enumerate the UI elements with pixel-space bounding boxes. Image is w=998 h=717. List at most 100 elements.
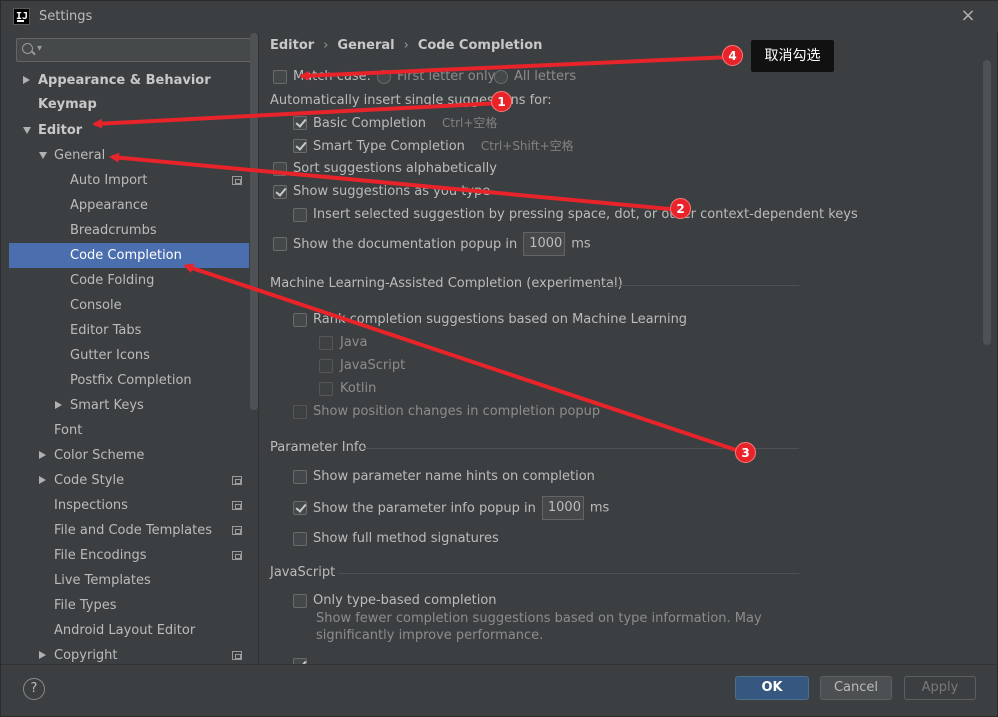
param-hints-row: Show parameter name hints on completion: [293, 467, 595, 487]
breadcrumb-editor[interactable]: Editor: [270, 38, 314, 53]
sidebar-item-label: Auto Import: [70, 173, 148, 188]
javascript-section-divider: [338, 573, 799, 574]
sort-alpha-checkbox[interactable]: [273, 162, 287, 176]
ml-java-checkbox[interactable]: [319, 336, 333, 350]
search-history-caret[interactable]: ▾: [37, 43, 42, 54]
annotation-badge-1: 1: [491, 91, 512, 112]
ml-java-row: Java: [319, 333, 367, 353]
sidebar-item-file-and-code-templates[interactable]: File and Code Templates: [54, 518, 212, 543]
sidebar-item-label: Console: [70, 298, 122, 313]
smart-completion-label: Smart Type Completion: [313, 139, 465, 154]
param-popup-delay-input[interactable]: 1000: [541, 496, 584, 520]
sidebar-item-live-templates[interactable]: Live Templates: [54, 568, 151, 593]
project-scope-icon: [232, 476, 242, 485]
apply-button[interactable]: Apply: [904, 676, 976, 700]
sidebar-item-label: Inspections: [54, 498, 128, 513]
sidebar-item-label: Color Scheme: [54, 448, 145, 463]
expand-right-icon[interactable]: [39, 651, 46, 659]
sidebar-item-auto-import[interactable]: Auto Import: [70, 168, 147, 193]
expand-down-icon[interactable]: [39, 152, 47, 159]
expand-right-icon[interactable]: [55, 401, 62, 409]
ml-section-divider: [594, 285, 799, 286]
show-as-type-checkbox[interactable]: [273, 185, 287, 199]
js-type-based-checkbox[interactable]: [293, 594, 307, 608]
first-letter-radio[interactable]: [377, 70, 391, 84]
smart-completion-checkbox[interactable]: [293, 139, 307, 153]
close-icon[interactable]: ×: [958, 5, 978, 27]
sidebar-item-code-folding[interactable]: Code Folding: [70, 268, 154, 293]
sidebar-item-android-layout-editor[interactable]: Android Layout Editor: [54, 618, 195, 643]
sidebar-item-breadcrumbs[interactable]: Breadcrumbs: [70, 218, 157, 243]
match-case-checkbox[interactable]: [273, 70, 287, 84]
sidebar-item-editor[interactable]: Editor: [23, 118, 82, 143]
search-icon: [22, 43, 33, 54]
sort-alpha-label: Sort suggestions alphabetically: [293, 161, 497, 176]
sidebar-item-label: Breadcrumbs: [70, 223, 157, 238]
sidebar-item-file-encodings[interactable]: File Encodings: [54, 543, 147, 568]
ml-rank-checkbox[interactable]: [293, 313, 307, 327]
param-full-checkbox[interactable]: [293, 532, 307, 546]
sidebar-item-appearance-behavior[interactable]: Appearance & Behavior: [23, 68, 211, 93]
search-input[interactable]: ▾: [16, 38, 251, 62]
ml-kotlin-label: Kotlin: [340, 381, 377, 396]
insert-selected-checkbox[interactable]: [293, 208, 307, 222]
annotation-badge-2: 2: [670, 198, 691, 219]
ml-position-checkbox[interactable]: [293, 405, 307, 419]
smart-completion-row: Smart Type Completion Ctrl+Shift+空格: [293, 136, 574, 156]
expand-right-icon[interactable]: [39, 451, 46, 459]
sidebar-item-label: Android Layout Editor: [54, 623, 196, 638]
sidebar-item-label: Smart Keys: [70, 398, 144, 413]
sidebar-item-code-completion[interactable]: Code Completion: [9, 243, 249, 268]
javascript-section-title: JavaScript: [270, 565, 336, 580]
basic-completion-checkbox[interactable]: [293, 116, 307, 130]
sidebar-item-keymap[interactable]: Keymap: [38, 92, 97, 117]
ml-section-title: Machine Learning-Assisted Completion (ex…: [270, 276, 623, 291]
sidebar-item-console[interactable]: Console: [70, 293, 122, 318]
breadcrumb: Editor › General › Code Completion: [270, 38, 542, 53]
sidebar-item-file-types[interactable]: File Types: [54, 593, 117, 618]
annotation-badge-4: 4: [722, 45, 743, 66]
doc-popup-delay-input[interactable]: 1000: [523, 232, 566, 256]
sidebar-item-label: Appearance: [70, 198, 149, 213]
sidebar-item-editor-tabs[interactable]: Editor Tabs: [70, 318, 141, 343]
all-letters-radio[interactable]: [494, 70, 508, 84]
breadcrumb-general[interactable]: General: [337, 38, 394, 53]
sidebar-item-appearance[interactable]: Appearance: [70, 193, 148, 218]
first-letter-label: First letter only: [397, 69, 496, 84]
param-hints-checkbox[interactable]: [293, 470, 307, 484]
param-popup-row: Show the parameter info popup in 1000 ms: [293, 496, 609, 520]
sidebar-item-code-style[interactable]: Code Style: [39, 468, 124, 493]
expand-down-icon[interactable]: [23, 127, 31, 134]
dialog-button-bar: ? OK Cancel Apply: [1, 664, 997, 716]
help-icon[interactable]: ?: [23, 678, 45, 700]
sidebar-item-smart-keys[interactable]: Smart Keys: [55, 393, 144, 418]
param-popup-checkbox[interactable]: [293, 501, 307, 515]
doc-popup-checkbox[interactable]: [273, 237, 287, 251]
breadcrumb-separator: ›: [323, 38, 329, 53]
param-full-label: Show full method signatures: [313, 531, 499, 546]
cancel-button[interactable]: Cancel: [820, 676, 892, 700]
sidebar-item-postfix-completion[interactable]: Postfix Completion: [70, 368, 192, 393]
js-type-based-label: Only type-based completion: [313, 593, 497, 608]
ml-javascript-checkbox[interactable]: [319, 359, 333, 373]
sidebar-item-copyright[interactable]: Copyright: [39, 643, 118, 664]
expand-right-icon[interactable]: [23, 76, 30, 84]
intellij-app-icon: IJ: [13, 8, 30, 25]
expand-right-icon[interactable]: [39, 476, 46, 484]
sidebar-item-general[interactable]: General: [39, 143, 106, 168]
doc-popup-label: Show the documentation popup in: [293, 236, 518, 252]
ml-kotlin-checkbox[interactable]: [319, 382, 333, 396]
sidebar-item-gutter-icons[interactable]: Gutter Icons: [70, 343, 150, 368]
sidebar-item-label: File and Code Templates: [54, 523, 212, 538]
ok-button[interactable]: OK: [735, 676, 809, 700]
sidebar-item-label: Code Completion: [70, 248, 182, 263]
sidebar-item-label: Keymap: [38, 97, 97, 112]
param-popup-label: Show the parameter info popup in: [313, 500, 536, 516]
sidebar-item-inspections[interactable]: Inspections: [54, 493, 128, 518]
sidebar-scrollbar[interactable]: [250, 33, 258, 410]
content-scrollbar[interactable]: [983, 60, 991, 345]
sidebar-item-label: General: [54, 148, 106, 163]
sidebar-item-color-scheme[interactable]: Color Scheme: [39, 443, 145, 468]
ml-java-label: Java: [340, 335, 368, 350]
sidebar-item-font[interactable]: Font: [54, 418, 82, 443]
